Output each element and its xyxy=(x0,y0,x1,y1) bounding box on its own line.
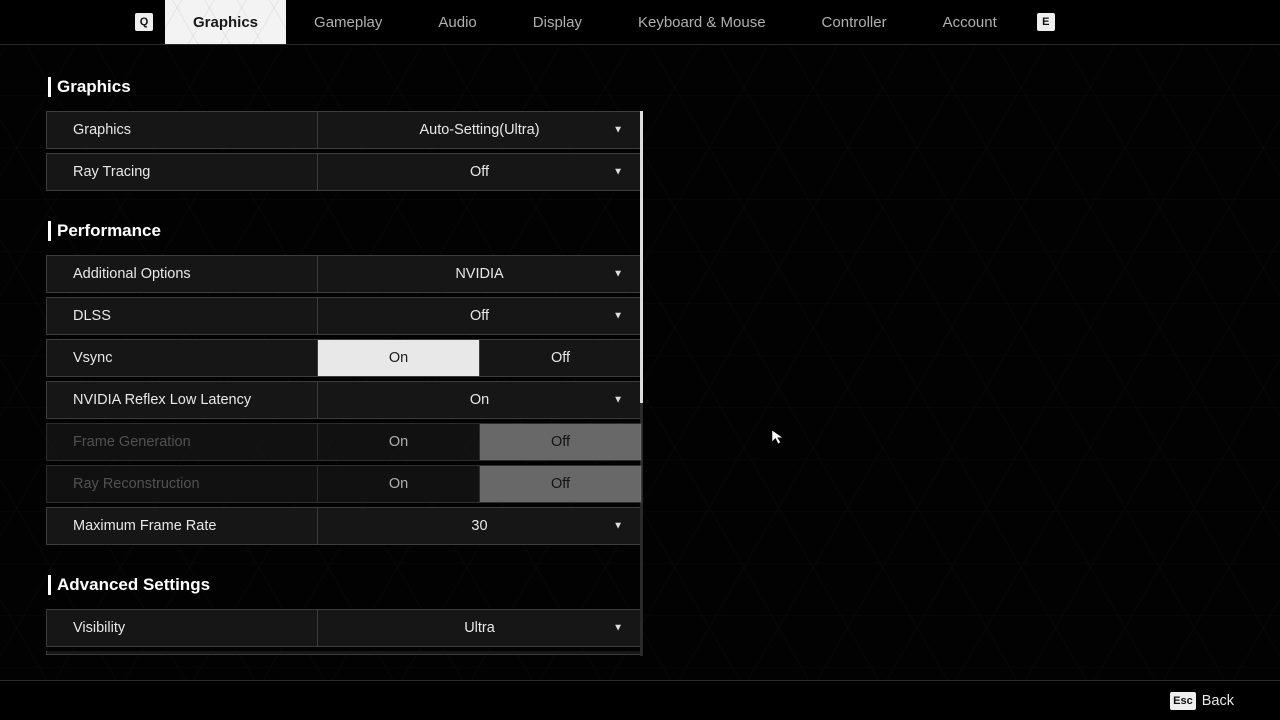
row-ray-reconstruction: Ray Reconstruction On Off xyxy=(46,465,642,503)
row-frame-generation: Frame Generation On Off xyxy=(46,423,642,461)
chevron-down-icon: ▼ xyxy=(613,125,623,136)
chevron-down-icon: ▼ xyxy=(613,311,623,322)
toggle-ray-reconstruction: On Off xyxy=(317,466,641,502)
top-nav: Q Graphics Gameplay Audio Display Keyboa… xyxy=(0,0,1280,45)
section-title-advanced: Advanced Settings xyxy=(48,575,642,595)
next-tab-key: E xyxy=(1037,13,1055,31)
toggle-frame-generation: On Off xyxy=(317,424,641,460)
settings-panel: Graphics Graphics Auto-Setting(Ultra) ▼ … xyxy=(0,45,642,680)
tab-account[interactable]: Account xyxy=(915,0,1025,44)
dropdown-additional-options[interactable]: NVIDIA ▼ xyxy=(317,256,641,292)
chevron-down-icon: ▼ xyxy=(613,167,623,178)
label-dlss: DLSS xyxy=(47,298,317,334)
back-key: Esc xyxy=(1170,692,1196,710)
back-label[interactable]: Back xyxy=(1202,693,1234,709)
label-additional-options: Additional Options xyxy=(47,256,317,292)
row-dlss: DLSS Off ▼ xyxy=(46,297,642,335)
toggle-rayrecon-on: On xyxy=(318,466,479,502)
tab-controller[interactable]: Controller xyxy=(794,0,915,44)
row-ray-tracing: Ray Tracing Off ▼ xyxy=(46,153,642,191)
row-cutoff xyxy=(46,651,642,655)
toggle-vsync-on[interactable]: On xyxy=(318,340,479,376)
label-frame-generation: Frame Generation xyxy=(47,424,317,460)
section-title-performance: Performance xyxy=(48,221,642,241)
row-additional-options: Additional Options NVIDIA ▼ xyxy=(46,255,642,293)
chevron-down-icon: ▼ xyxy=(613,269,623,280)
label-visibility: Visibility xyxy=(47,610,317,646)
chevron-down-icon: ▼ xyxy=(613,623,623,634)
row-visibility: Visibility Ultra ▼ xyxy=(46,609,642,647)
chevron-down-icon: ▼ xyxy=(613,395,623,406)
row-vsync: Vsync On Off xyxy=(46,339,642,377)
toggle-vsync: On Off xyxy=(317,340,641,376)
footer: Esc Back xyxy=(0,680,1280,720)
tab-graphics[interactable]: Graphics xyxy=(165,0,286,44)
label-reflex: NVIDIA Reflex Low Latency xyxy=(47,382,317,418)
label-vsync: Vsync xyxy=(47,340,317,376)
dropdown-graphics[interactable]: Auto-Setting(Ultra) ▼ xyxy=(317,112,641,148)
tab-audio[interactable]: Audio xyxy=(410,0,504,44)
toggle-framegen-off: Off xyxy=(479,424,641,460)
chevron-down-icon: ▼ xyxy=(613,521,623,532)
label-ray-tracing: Ray Tracing xyxy=(47,154,317,190)
dropdown-visibility[interactable]: Ultra ▼ xyxy=(317,610,641,646)
prev-tab-key: Q xyxy=(135,13,153,31)
dropdown-reflex[interactable]: On ▼ xyxy=(317,382,641,418)
tab-keyboard-mouse[interactable]: Keyboard & Mouse xyxy=(610,0,794,44)
toggle-framegen-on: On xyxy=(318,424,479,460)
row-graphics: Graphics Auto-Setting(Ultra) ▼ xyxy=(46,111,642,149)
dropdown-dlss[interactable]: Off ▼ xyxy=(317,298,641,334)
row-maximum-frame-rate: Maximum Frame Rate 30 ▼ xyxy=(46,507,642,545)
section-title-graphics: Graphics xyxy=(48,77,642,97)
tab-display[interactable]: Display xyxy=(505,0,610,44)
row-reflex: NVIDIA Reflex Low Latency On ▼ xyxy=(46,381,642,419)
dropdown-ray-tracing[interactable]: Off ▼ xyxy=(317,154,641,190)
label-ray-reconstruction: Ray Reconstruction xyxy=(47,466,317,502)
tab-gameplay[interactable]: Gameplay xyxy=(286,0,410,44)
label-maximum-frame-rate: Maximum Frame Rate xyxy=(47,508,317,544)
toggle-rayrecon-off: Off xyxy=(479,466,641,502)
dropdown-maximum-frame-rate[interactable]: 30 ▼ xyxy=(317,508,641,544)
label-graphics: Graphics xyxy=(47,112,317,148)
toggle-vsync-off[interactable]: Off xyxy=(479,340,641,376)
